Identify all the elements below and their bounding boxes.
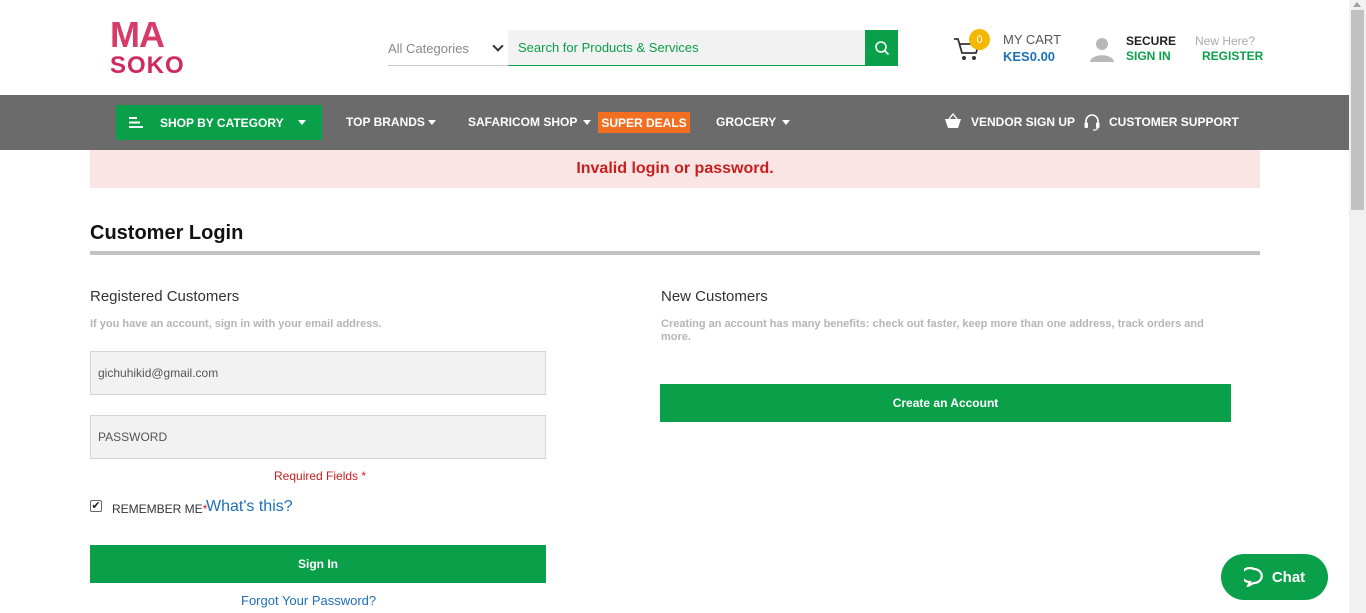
chat-label: Chat <box>1271 568 1306 586</box>
new-here-label: New Here? <box>1195 34 1256 48</box>
shop-by-category-button[interactable]: SHOP BY CATEGORY <box>116 105 322 140</box>
nav-customer-support[interactable]: CUSTOMER SUPPORT <box>1109 115 1239 129</box>
registered-customers-heading: Registered Customers <box>90 288 240 305</box>
check-icon: ✔ <box>91 499 101 512</box>
chat-button[interactable]: Chat <box>1221 554 1328 600</box>
header-register-link[interactable]: REGISTER <box>1202 49 1263 63</box>
create-account-button[interactable]: Create an Account <box>660 384 1231 422</box>
search-icon <box>874 41 889 56</box>
secure-label: SECURE <box>1126 34 1177 48</box>
category-select[interactable]: All Categories <box>388 31 508 66</box>
basket-icon <box>945 113 961 128</box>
nav-top-brands[interactable]: TOP BRANDS <box>346 115 425 129</box>
shop-by-category-label: SHOP BY CATEGORY <box>160 116 284 130</box>
main-nav: SHOP BY CATEGORY TOP BRANDS SAFARICOM SH… <box>0 95 1349 150</box>
chevron-down-icon <box>492 40 504 52</box>
registered-customers-note: If you have an account, sign in with you… <box>90 318 382 330</box>
search-input[interactable] <box>508 30 866 66</box>
headset-icon <box>1084 114 1100 131</box>
menu-bars-icon <box>129 117 143 128</box>
logo-text-ma: MA <box>110 14 165 55</box>
chevron-down-icon <box>583 120 591 125</box>
header-sign-in-link[interactable]: SIGN IN <box>1126 49 1171 63</box>
chat-bubble-icon <box>1243 567 1263 587</box>
user-icon[interactable] <box>1089 35 1115 63</box>
chevron-down-icon <box>428 120 436 125</box>
nav-super-deals[interactable]: SUPER DEALS <box>598 112 690 133</box>
sign-in-button[interactable]: Sign In <box>90 545 546 583</box>
new-customers-note: Creating an account has many benefits: c… <box>661 318 1204 343</box>
logo-text-soko: SOKO <box>110 52 185 79</box>
site-header: MA SOKO All Categories 0 MY CART KES0.00… <box>0 0 1349 95</box>
remember-me-text: REMEMBER ME <box>112 502 203 516</box>
chevron-down-icon <box>298 120 306 125</box>
new-customers-heading: New Customers <box>661 288 768 305</box>
search-button[interactable] <box>865 30 898 66</box>
title-divider <box>90 251 1260 255</box>
nav-vendor-sign-up[interactable]: VENDOR SIGN UP <box>971 115 1075 129</box>
masoko-logo[interactable]: MA SOKO <box>108 14 192 79</box>
remember-me-label: REMEMBER ME* <box>112 502 207 516</box>
scrollbar-thumb[interactable] <box>1351 10 1364 210</box>
my-cart-label[interactable]: MY CART <box>1003 32 1061 47</box>
whats-this-link[interactable]: What's this? <box>206 498 293 516</box>
page-root: MA SOKO All Categories 0 MY CART KES0.00… <box>0 0 1366 613</box>
email-field[interactable] <box>90 351 546 395</box>
cart-count-badge: 0 <box>969 29 990 50</box>
category-select-value: All Categories <box>388 40 469 56</box>
scroll-up-arrow-icon[interactable] <box>1353 2 1361 7</box>
error-alert-message: Invalid login or password. <box>576 160 774 177</box>
remember-me-checkbox[interactable]: ✔ <box>90 500 102 512</box>
error-alert: Invalid login or password. <box>90 150 1260 188</box>
required-fields-note: Required Fields * <box>274 469 367 483</box>
cart-total[interactable]: KES0.00 <box>1003 49 1055 64</box>
chevron-down-icon <box>782 120 790 125</box>
nav-safaricom-shop[interactable]: SAFARICOM SHOP <box>468 115 577 129</box>
password-field[interactable] <box>90 415 546 459</box>
page-title: Customer Login <box>90 222 244 244</box>
forgot-password-link[interactable]: Forgot Your Password? <box>241 593 376 608</box>
nav-grocery[interactable]: GROCERY <box>716 115 776 129</box>
